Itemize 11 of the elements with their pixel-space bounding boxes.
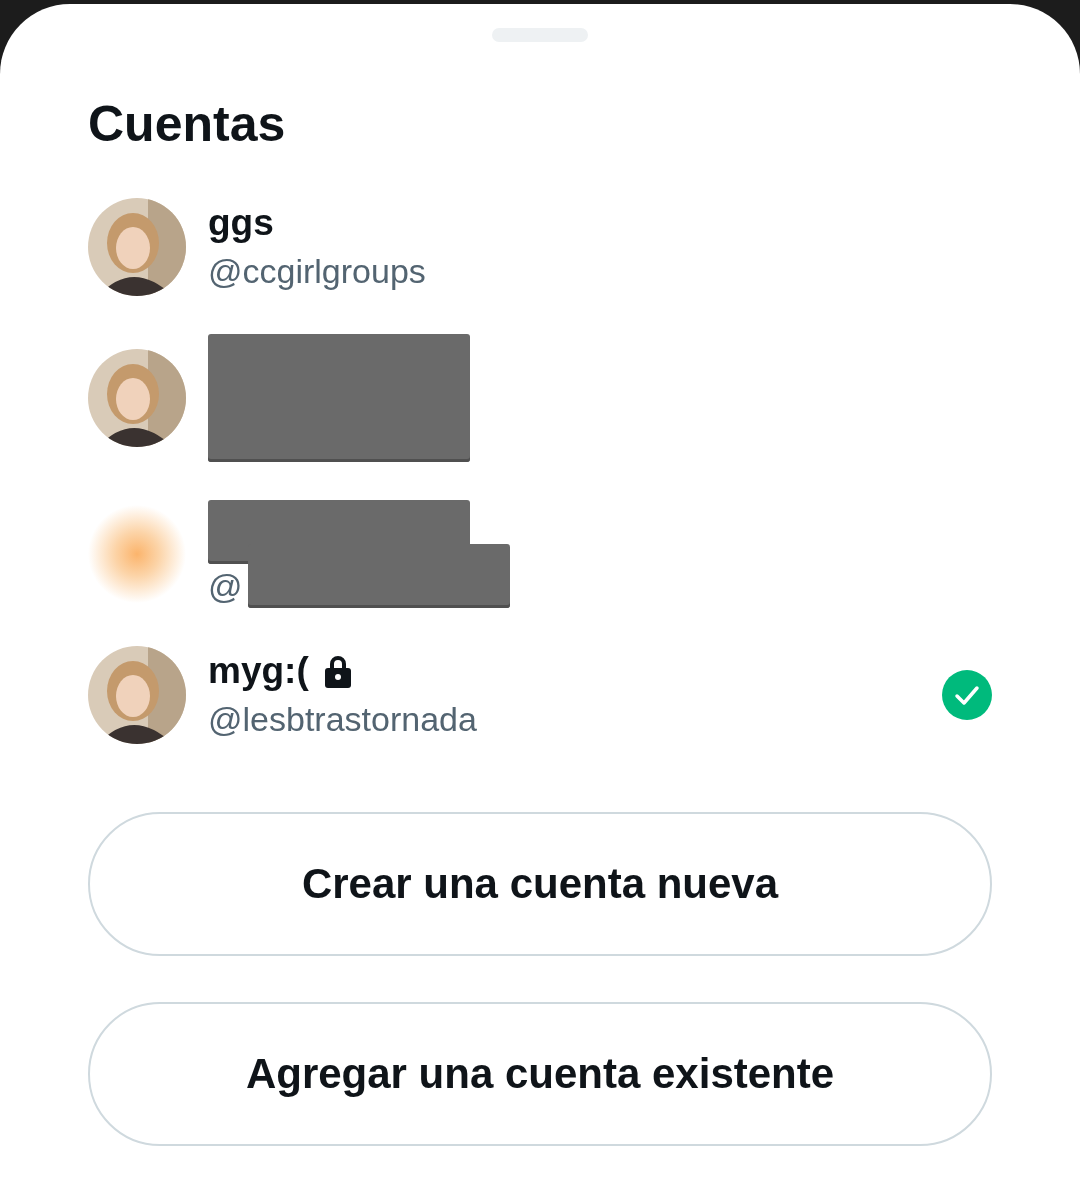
account-handle: @ccgirlgroups: [208, 251, 427, 292]
account-row[interactable]: @: [88, 500, 992, 608]
sheet-title: Cuentas: [88, 95, 287, 154]
account-handle: @: [208, 566, 243, 607]
account-handle: @lesbtrastornada: [208, 699, 478, 740]
create-account-button[interactable]: Crear una cuenta nueva: [88, 812, 992, 956]
account-name: ggs: [208, 201, 274, 245]
add-account-button[interactable]: Agregar una cuenta existente: [88, 1002, 992, 1146]
account-row[interactable]: ggs @ccgirlgroups: [88, 198, 992, 296]
account-name: myg:(: [208, 649, 309, 693]
account-row[interactable]: myg:( @lesbtrastornada: [88, 646, 992, 744]
